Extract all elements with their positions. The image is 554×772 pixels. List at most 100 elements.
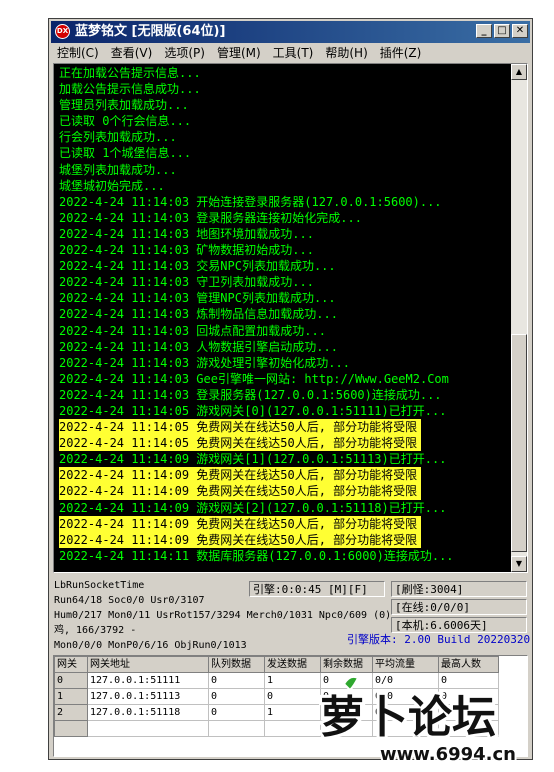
log-line: 2022-4-24 11:14:03 炼制物品信息加载成功... <box>59 306 511 322</box>
cell-queue: 0 <box>208 688 265 705</box>
log-line-text: 2022-4-24 11:14:03 人物数据引擎启动成功... <box>59 339 338 354</box>
log-line-warning: 2022-4-24 11:14:05 免费网关在线达50人后, 部分功能将受限 <box>59 435 422 452</box>
log-line-text: 城堡列表加载成功... <box>59 162 177 177</box>
cell-address: 127.0.0.1:51111 <box>87 672 209 689</box>
maximize-button[interactable]: □ <box>494 24 510 38</box>
online-count: [在线:0/0/0] <box>391 599 527 615</box>
log-line-text: 2022-4-24 11:14:03 回城点配置加载成功... <box>59 323 326 338</box>
title-bar[interactable]: DX 蓝梦铭文 [无限版(64位)] _ □ ✕ <box>51 21 530 43</box>
log-line: 2022-4-24 11:14:03 回城点配置加载成功... <box>59 323 511 339</box>
menu-view[interactable]: 查看(V) <box>105 43 159 63</box>
log-line: 行会列表加载成功... <box>59 129 511 145</box>
log-scrollbar[interactable]: ▲ ▼ <box>511 64 527 572</box>
log-line: 2022-4-24 11:14:03 登录服务器连接初始化完成... <box>59 210 511 226</box>
log-line: 2022-4-24 11:14:11 数据库服务器(127.0.0.1:6000… <box>59 548 511 564</box>
log-line: 2022-4-24 11:14:09 游戏网关[1](127.0.0.1:511… <box>59 451 511 467</box>
watermark-title: 萝卜论坛 <box>320 692 496 743</box>
watermark-url: www.6994.cn <box>380 744 516 765</box>
menu-options[interactable]: 选项(P) <box>158 43 211 63</box>
cell-address: 127.0.0.1:51118 <box>87 704 209 721</box>
log-line: 2022-4-24 11:14:03 矿物数据初始成功... <box>59 242 511 258</box>
scroll-thumb[interactable] <box>511 334 527 552</box>
log-line: 2022-4-24 11:14:03 开始连接登录服务器(127.0.0.1:5… <box>59 194 511 210</box>
log-line-text: 2022-4-24 11:14:03 开始连接登录服务器(127.0.0.1:5… <box>59 194 442 209</box>
engine-runtime: 引擎:0:0:45 [M][F] <box>249 581 385 597</box>
log-line-text: 2022-4-24 11:14:03 管理NPC列表加载成功... <box>59 291 336 306</box>
log-line-text: 2022-4-24 11:14:03 登录服务器连接初始化完成... <box>59 210 362 225</box>
monster-refresh-count: [刷怪:3004] <box>391 581 527 597</box>
status-line-5: Mon0/0/0 MonP0/6/16 ObjRun0/1013 <box>54 640 247 651</box>
log-line: 2022-4-24 11:14:09 游戏网关[2](127.0.0.1:511… <box>59 500 511 516</box>
log-line-text: 已读取 1个城堡信息... <box>59 146 192 161</box>
log-line-text: 已读取 0个行会信息... <box>59 114 192 129</box>
scroll-up-icon[interactable]: ▲ <box>511 64 527 80</box>
log-line: 2022-4-24 11:14:03 交易NPC列表加载成功... <box>59 258 511 274</box>
status-line-4: 鸡, 166/3792 - <box>54 625 137 636</box>
log-line: 2022-4-24 11:14:09 免费网关在线达50人后, 部分功能将受限 <box>59 467 511 484</box>
menu-control[interactable]: 控制(C) <box>51 43 105 63</box>
log-line-text: 2022-4-24 11:14:09 游戏网关[1](127.0.0.1:511… <box>59 452 447 467</box>
close-button[interactable]: ✕ <box>512 24 528 38</box>
log-line-text: 城堡城初始完成... <box>59 178 165 193</box>
log-line: 2022-4-24 11:14:03 守卫列表加载成功... <box>59 274 511 290</box>
log-line-text: 2022-4-24 11:14:03 守卫列表加载成功... <box>59 275 314 290</box>
menu-tools[interactable]: 工具(T) <box>267 43 320 63</box>
log-line-text: 加载公告提示信息成功... <box>59 82 201 97</box>
log-console[interactable]: 正在加载公告提示信息... 加载公告提示信息成功... 管理员列表加载成功... 已读… <box>53 63 528 573</box>
log-line: 正在加载公告提示信息... <box>59 65 511 81</box>
log-lines: 正在加载公告提示信息... 加载公告提示信息成功... 管理员列表加载成功... 已读… <box>59 65 511 571</box>
log-line-text: 管理员列表加载成功... <box>59 98 189 113</box>
scroll-down-icon[interactable]: ▼ <box>511 556 527 572</box>
log-line: 2022-4-24 11:14:03 登录服务器(127.0.0.1:5600)… <box>59 387 511 403</box>
log-line-warning: 2022-4-24 11:14:09 免费网关在线达50人后, 部分功能将受限 <box>59 467 422 484</box>
log-line: 2022-4-24 11:14:03 管理NPC列表加载成功... <box>59 290 511 306</box>
log-line-text: 2022-4-24 11:14:03 地图环境加载成功... <box>59 226 314 241</box>
log-line-warning: 2022-4-24 11:14:05 免费网关在线达50人后, 部分功能将受限 <box>59 419 422 436</box>
log-line-text: 2022-4-24 11:14:03 游戏处理引擎初始化成功... <box>59 355 350 370</box>
cell-address: 127.0.0.1:51113 <box>87 688 209 705</box>
menu-help[interactable]: 帮助(H) <box>319 43 373 63</box>
log-line-text: 2022-4-24 11:14:03 登录服务器(127.0.0.1:5600)… <box>59 387 442 402</box>
log-line: 城堡列表加载成功... <box>59 162 511 178</box>
log-line: 2022-4-24 11:14:03 地图环境加载成功... <box>59 226 511 242</box>
log-line: 2022-4-24 11:14:09 免费网关在线达50人后, 部分功能将受限 <box>59 515 511 532</box>
status-line-3: Hum0/217 Mon0/11 UsrRot157/3294 Merch0/1… <box>54 610 392 621</box>
menu-plugins[interactable]: 插件(Z) <box>374 43 428 63</box>
log-line-warning: 2022-4-24 11:14:09 免费网关在线达50人后, 部分功能将受限 <box>59 483 422 500</box>
window-title: 蓝梦铭文 [无限版(64位)] <box>75 24 226 39</box>
col-gateway[interactable]: 网关 <box>54 656 88 673</box>
log-line: 2022-4-24 11:14:05 免费网关在线达50人后, 部分功能将受限 <box>59 419 511 436</box>
log-line-text: 2022-4-24 11:14:03 矿物数据初始成功... <box>59 243 314 258</box>
log-line-text: 正在加载公告提示信息... <box>59 66 201 80</box>
log-line: 2022-4-24 11:14:09 免费网关在线达50人后, 部分功能将受限 <box>59 483 511 500</box>
log-line-text: 2022-4-24 11:14:09 游戏网关[2](127.0.0.1:511… <box>59 500 447 515</box>
status-line-1: LbRunSocketTime <box>54 580 145 591</box>
log-line: 2022-4-24 11:14:03 人物数据引擎启动成功... <box>59 339 511 355</box>
minimize-button[interactable]: _ <box>476 24 492 38</box>
col-gateway-address[interactable]: 网关地址 <box>87 656 209 673</box>
engine-version: 引擎版本: 2.00 Build 20220320 <box>347 633 531 646</box>
log-line: 2022-4-24 11:14:05 免费网关在线达50人后, 部分功能将受限 <box>59 435 511 452</box>
local-uptime: [本机:6.6006天] <box>391 617 527 633</box>
log-line-text: 行会列表加载成功... <box>59 130 177 145</box>
forum-watermark: 萝卜论坛 www.6994.cn <box>317 675 518 767</box>
log-line-text: 2022-4-24 11:14:11 数据库服务器(127.0.0.1:6000… <box>59 548 454 563</box>
app-logo-icon[interactable]: DX <box>55 24 70 39</box>
row-id: 0 <box>54 672 88 689</box>
log-line: 2022-4-24 11:14:05 游戏网关[0](127.0.0.1:511… <box>59 403 511 419</box>
log-line: 管理员列表加载成功... <box>59 97 511 113</box>
log-line: 已读取 0个行会信息... <box>59 113 511 129</box>
log-line-text: 2022-4-24 11:14:03 炼制物品信息加载成功... <box>59 307 338 322</box>
log-line-text: 2022-4-24 11:14:03 Gee引擎唯一网站: http://Www… <box>59 371 449 386</box>
log-line-warning: 2022-4-24 11:14:09 免费网关在线达50人后, 部分功能将受限 <box>59 531 422 548</box>
log-line-text: 2022-4-24 11:14:03 交易NPC列表加载成功... <box>59 259 336 274</box>
col-queue-data[interactable]: 队列数据 <box>208 656 265 673</box>
cell-queue: 0 <box>208 704 265 721</box>
log-line-warning: 2022-4-24 11:14:09 免费网关在线达50人后, 部分功能将受限 <box>59 515 422 532</box>
status-line-2: Run64/18 Soc0/0 Usr0/3107 <box>54 595 205 606</box>
main-window: DX 蓝梦铭文 [无限版(64位)] _ □ ✕ 控制(C) 查看(V) 选项(… <box>48 18 533 760</box>
log-line: 2022-4-24 11:14:09 免费网关在线达50人后, 部分功能将受限 <box>59 531 511 548</box>
log-line: 加载公告提示信息成功... <box>59 81 511 97</box>
cell-queue: 0 <box>208 672 265 689</box>
menu-manage[interactable]: 管理(M) <box>211 43 267 63</box>
